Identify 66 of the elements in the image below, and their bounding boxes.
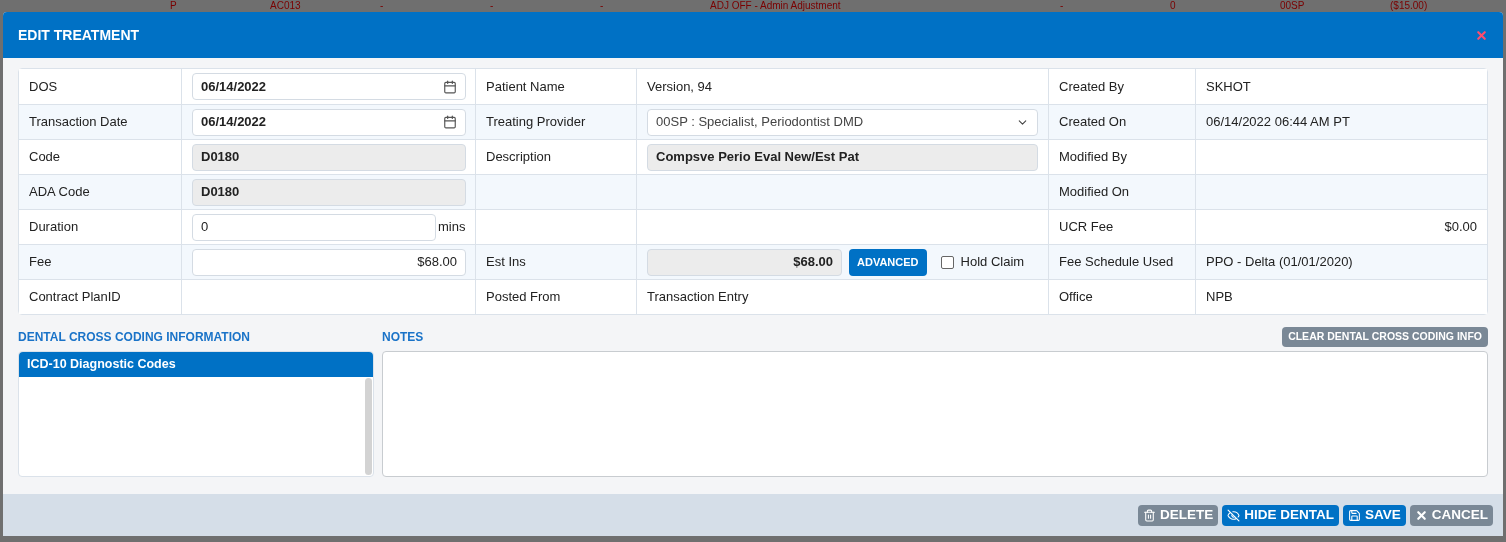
background-table-cell-text: - (380, 0, 385, 12)
field-label: Modified On (1059, 183, 1130, 202)
checkbox-label: Hold Claim (960, 253, 1025, 272)
eye-off-icon (1227, 508, 1241, 522)
scrollbar[interactable] (365, 378, 372, 475)
readonly-field: D0180 (192, 143, 466, 171)
field-label: Created By (1059, 77, 1125, 96)
field-value: 06/14/2022 06:44 AM PT (1206, 113, 1350, 132)
advanced-button[interactable]: ADVANCED (849, 248, 927, 276)
clear-button[interactable]: CLEAR DENTAL CROSS CODING INFO (1282, 327, 1488, 347)
background-table-cell-text: - (600, 0, 605, 12)
field-label: Contract PlanID (29, 288, 121, 307)
date-field[interactable]: 06/14/2022 (192, 108, 466, 136)
duration-field[interactable]: 0 (192, 213, 436, 241)
field-label: Duration (29, 218, 79, 237)
background-table-cell-text: AC013 (270, 0, 302, 12)
field-label: Code (29, 148, 61, 167)
field-label: ADA Code (29, 183, 90, 202)
cancel-button[interactable]: CANCEL (1409, 504, 1493, 526)
hide-button[interactable]: HIDE DENTAL (1222, 504, 1339, 526)
checkbox[interactable] (940, 255, 954, 269)
provider-select[interactable]: 00SP : Specialist, Periodontist DMD (647, 108, 1038, 136)
field-value: PPO - Delta (01/01/2020) (1206, 253, 1353, 272)
field-label: Description (486, 148, 552, 167)
field-label: UCR Fee (1059, 218, 1114, 237)
fee-field[interactable]: $68.00 (192, 248, 466, 276)
field-label: Modified By (1059, 148, 1127, 167)
background-table-cell-text: P (170, 0, 178, 12)
trash-icon (1142, 508, 1156, 522)
field-label: Office (1059, 288, 1093, 307)
field-value: $0.00 (1444, 218, 1477, 237)
readonly-field: $68.00 (647, 248, 842, 276)
field-value: Version, 94 (647, 77, 713, 96)
background-table-cell-text: ($15.00) (1390, 0, 1429, 12)
calendar-icon[interactable] (443, 115, 457, 129)
background-table-cell-text: ADJ OFF - Admin Adjustment (710, 0, 842, 12)
readonly-field: Compsve Perio Eval New/Est Pat (647, 143, 1038, 171)
date-field[interactable]: 06/14/2022 (192, 73, 466, 100)
field-label: Est Ins (486, 253, 526, 272)
close-icon (1414, 508, 1428, 522)
section-title: DENTAL CROSS CODING INFORMATION (18, 329, 251, 346)
field-label: Created On (1059, 113, 1127, 132)
window-title: EDIT TREATMENT (18, 25, 140, 45)
field-label: DOS (29, 77, 58, 96)
section-title: NOTES (382, 329, 424, 346)
field-value: NPB (1206, 288, 1233, 307)
field-value: Transaction Entry (647, 288, 749, 307)
field-label: Fee Schedule Used (1059, 253, 1174, 272)
save-icon (1348, 508, 1361, 522)
field-label: Transaction Date (29, 113, 128, 132)
field-label: Patient Name (486, 77, 565, 96)
notes-field[interactable] (382, 351, 1488, 477)
readonly-field: D0180 (192, 178, 466, 206)
background-table-cell-text: - (1060, 0, 1065, 12)
field-label: Posted From (486, 288, 561, 307)
calendar-icon[interactable] (443, 79, 457, 94)
background-table-cell-text: - (490, 0, 495, 12)
background-table-cell-text: 0 (1170, 0, 1177, 12)
delete-button[interactable]: DELETE (1137, 504, 1219, 526)
field-label: Fee (29, 253, 52, 272)
list-header: ICD-10 Diagnostic Codes (19, 352, 373, 377)
field-value: SKHOT (1206, 77, 1251, 96)
unit-label: mins (438, 218, 466, 237)
background-table-cell-text: 00SP (1280, 0, 1306, 12)
save-button[interactable]: SAVE (1343, 504, 1406, 526)
field-label: Treating Provider (486, 113, 586, 132)
